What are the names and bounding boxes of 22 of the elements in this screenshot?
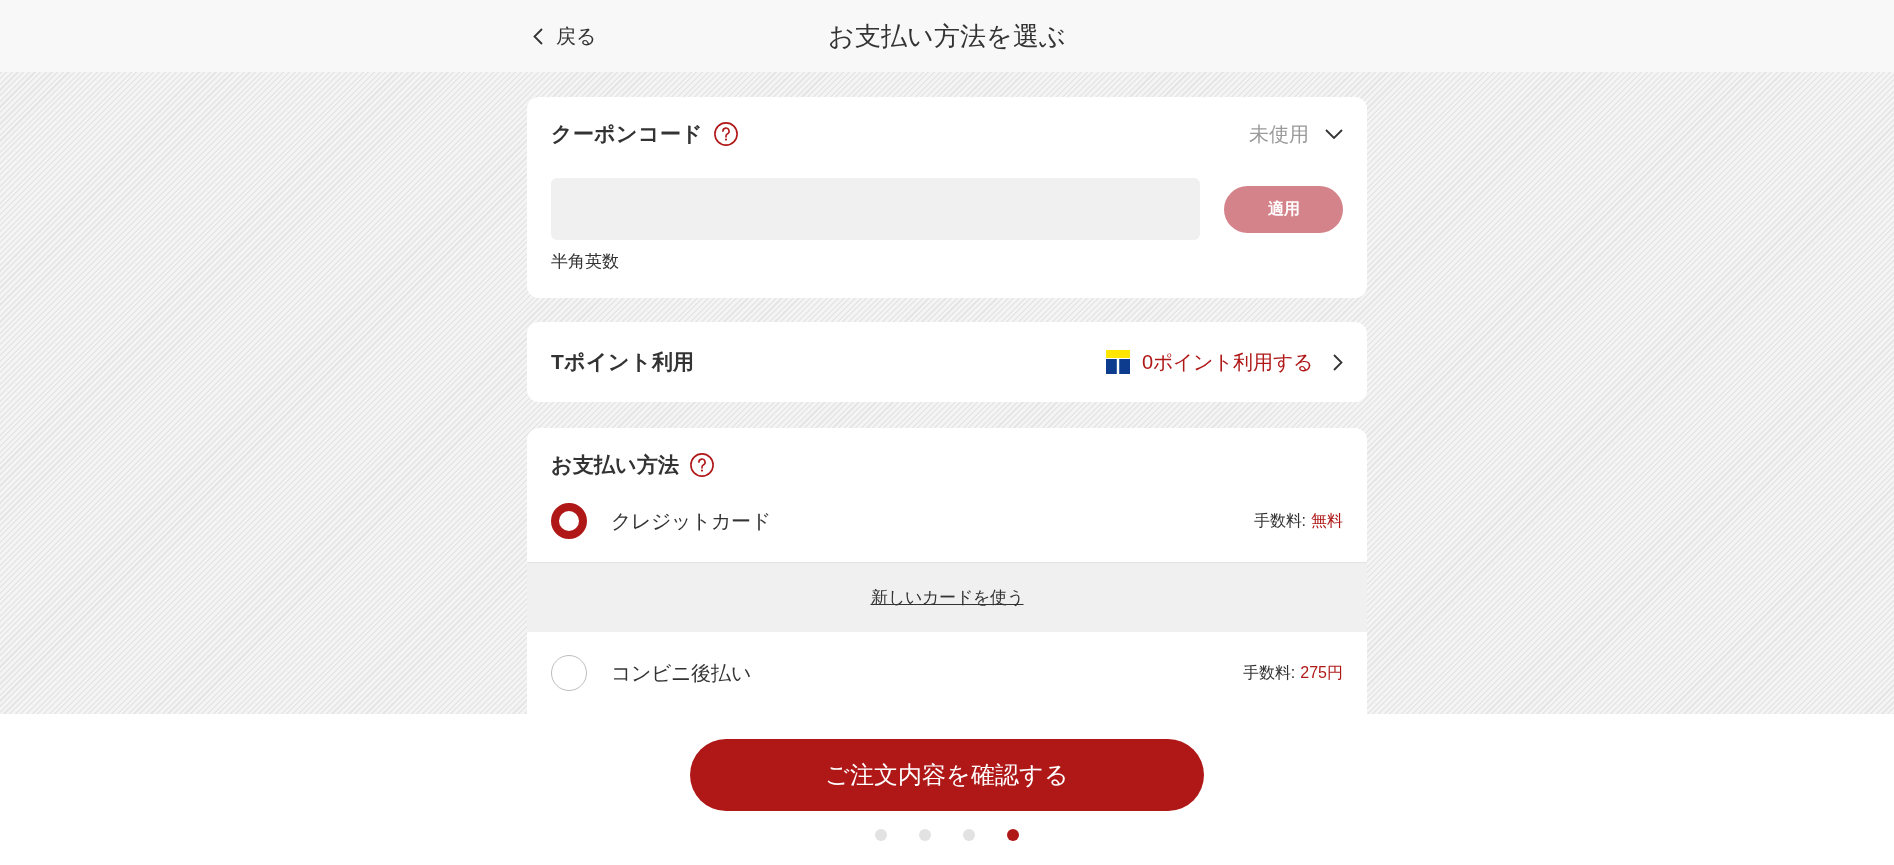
chevron-right-icon <box>1333 353 1343 371</box>
section-title: クーポンコード <box>551 121 703 147</box>
payment-method-label: クレジットカード <box>611 508 771 534</box>
fee-label: 手数料: <box>1253 510 1306 531</box>
payment-method-label: コンビニ後払い <box>611 660 751 686</box>
fee-label: 手数料: <box>1242 662 1296 683</box>
new-card-link[interactable]: 新しいカードを使う <box>870 586 1024 609</box>
fee-amount: 275円 <box>1300 662 1343 683</box>
back-button[interactable]: 戻る <box>527 18 602 54</box>
chevron-left-icon <box>533 27 543 45</box>
help-icon[interactable] <box>690 453 714 477</box>
radio-button[interactable] <box>551 503 587 539</box>
points-logo-icon <box>1105 350 1130 374</box>
page-title: お支払い方法を選ぶ <box>828 19 1066 53</box>
section-title: Tポイント利用 <box>551 349 694 375</box>
help-icon[interactable] <box>714 122 738 146</box>
section-title: お支払い方法 <box>551 452 679 478</box>
input-hint: 半角英数 <box>551 252 620 272</box>
radio-button[interactable] <box>551 655 587 691</box>
use-points-link[interactable]: 0ポイント利用する <box>1141 348 1343 376</box>
fee-amount: 無料 <box>1311 510 1343 531</box>
confirm-order-button[interactable]: ご注文内容を確認する <box>690 739 1204 811</box>
